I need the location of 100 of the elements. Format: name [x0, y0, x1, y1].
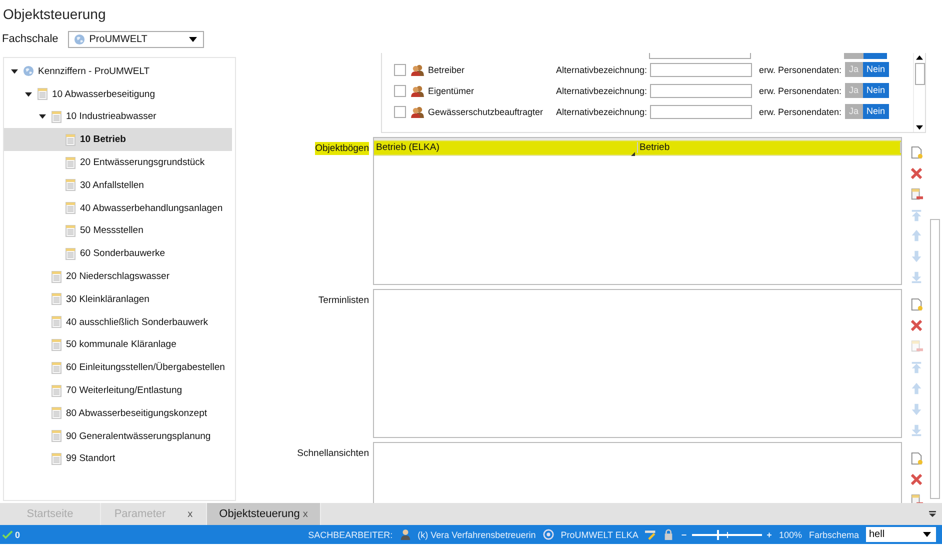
document-icon — [51, 270, 62, 283]
tree-item[interactable]: 10 Abwasserbeseitigung — [4, 82, 235, 106]
people-icon — [411, 84, 424, 96]
lock-icon[interactable] — [663, 529, 674, 540]
zoom-in-button[interactable]: + — [766, 530, 772, 540]
field-label: Alternativbezeichnung: — [556, 106, 648, 116]
tree-item[interactable]: 30 Kleinkläranlagen — [4, 288, 235, 311]
toggle-option[interactable]: Nein — [862, 62, 890, 77]
remove-document-icon[interactable] — [908, 186, 924, 202]
toggle-option[interactable]: Nein — [862, 104, 890, 119]
zoom-value: 100% — [778, 530, 802, 540]
people-icon — [411, 64, 424, 76]
globe-icon — [23, 65, 34, 78]
field-label: erw. Personendaten: — [759, 86, 843, 96]
text-field[interactable] — [650, 84, 752, 98]
user-label: SACHBEARBEITER: — [308, 530, 393, 540]
column-header[interactable]: Betrieb — [638, 142, 901, 152]
tree-item[interactable]: 90 Generalentwässerungsplanung — [4, 424, 235, 448]
close-icon[interactable]: x — [188, 508, 193, 520]
document-icon — [51, 430, 62, 442]
document-icon — [65, 179, 76, 192]
ruler-pencil-icon[interactable] — [645, 529, 656, 540]
tree-item[interactable]: 60 Einleitungsstellen/Übergabestellen — [4, 356, 235, 380]
document-icon — [65, 224, 76, 237]
role-name: Gewässerschutzbeauftragter — [428, 106, 544, 116]
role-name: Eigentümer — [428, 86, 476, 96]
checkbox[interactable] — [394, 106, 406, 118]
document-icon — [51, 110, 62, 123]
role-name: Betreiber — [428, 64, 466, 74]
scrollbar[interactable] — [930, 219, 940, 499]
scheme-label: Farbschema — [808, 530, 859, 540]
globe-icon — [74, 34, 86, 44]
fachschale-label: Fachschale — [2, 33, 58, 45]
column-header[interactable]: Betrieb (ELKA) — [374, 142, 638, 152]
person-icon — [400, 529, 411, 540]
dropdown-arrow-icon — [189, 36, 198, 42]
text-field[interactable] — [650, 62, 752, 76]
tree-item[interactable]: 60 Sonderbauwerke — [4, 242, 235, 266]
tree-item[interactable]: 99 Standort — [4, 448, 235, 470]
close-icon[interactable]: x — [302, 508, 308, 520]
new-document-icon[interactable] — [908, 145, 924, 161]
dropdown-arrow-icon — [923, 532, 931, 537]
document-icon — [51, 338, 62, 351]
field-label: Alternativbezeichnung: — [556, 64, 648, 74]
field-label: Alternativbezeichnung: — [556, 86, 648, 96]
delete-icon[interactable] — [908, 318, 924, 334]
tree-item[interactable]: Kennziffern - ProUMWELT — [4, 60, 235, 83]
document-icon — [65, 202, 76, 214]
tree-item[interactable]: 40 Abwasserbehandlungsanlagen — [4, 196, 235, 220]
window-title: Objektsteuerung — [2, 5, 107, 24]
sort-icon — [630, 152, 634, 156]
document-icon — [65, 248, 76, 260]
expand-arrow-icon[interactable] — [39, 114, 46, 120]
zoom-out-button[interactable]: − — [681, 530, 687, 540]
checkbox[interactable] — [394, 84, 406, 96]
ok-count: 0 — [15, 530, 20, 540]
checkmark-icon — [2, 530, 13, 540]
document-icon — [51, 452, 62, 465]
tree-item[interactable]: 80 Abwasserbeseitigungskonzept — [4, 402, 235, 425]
expand-arrow-icon[interactable] — [25, 92, 32, 97]
document-icon — [51, 293, 62, 306]
document-icon — [51, 316, 62, 328]
user-name: (k) Vera Verfahrensbetreuerin — [418, 530, 536, 540]
section-label: Objektbögen — [315, 142, 369, 155]
document-icon — [65, 134, 76, 146]
field-label: erw. Personendaten: — [759, 64, 843, 74]
tree-item[interactable]: 10 Industrieabwasser — [4, 106, 235, 128]
new-document-icon[interactable] — [908, 297, 924, 313]
tree-item[interactable]: 50 Messstellen — [4, 220, 235, 242]
tree-item[interactable]: 70 Weiterleitung/Entlastung — [4, 379, 235, 402]
tab[interactable]: Objektsteuerung x — [207, 503, 321, 525]
toggle-option[interactable]: Nein — [862, 83, 890, 98]
checkbox[interactable] — [394, 64, 406, 76]
tree-item[interactable]: 20 Niederschlagswasser — [4, 265, 235, 288]
section-label: Schnellansichten — [297, 448, 369, 459]
expand-arrow-icon[interactable] — [11, 68, 18, 74]
document-icon — [37, 88, 48, 100]
document-icon — [51, 362, 62, 374]
text-field[interactable] — [650, 104, 752, 118]
tree-item[interactable]: 50 kommunale Kläranlage — [4, 334, 235, 356]
new-document-icon[interactable] — [908, 450, 924, 466]
field-label: erw. Personendaten: — [759, 106, 843, 116]
module-name: ProUMWELT ELKA — [560, 530, 638, 540]
tree-item[interactable]: 20 Entwässerungsgrundstück — [4, 151, 235, 174]
globe-icon — [542, 529, 554, 540]
scrollbar-thumb[interactable] — [914, 63, 924, 85]
overflow-icon[interactable] — [929, 511, 936, 517]
delete-icon[interactable] — [908, 471, 924, 487]
document-icon — [51, 407, 62, 420]
section-label: Terminlisten — [318, 295, 369, 306]
scheme-dropdown[interactable]: hell — [866, 527, 936, 542]
scroll-up-icon[interactable] — [916, 55, 923, 60]
delete-icon[interactable] — [908, 166, 924, 182]
fachschale-dropdown[interactable]: ProUMWELT — [68, 30, 204, 48]
document-icon — [65, 156, 76, 169]
tree-item[interactable]: 10 Betrieb — [4, 128, 232, 152]
scroll-down-icon[interactable] — [916, 125, 923, 130]
tree-item[interactable]: 40 ausschließlich Sonderbauwerk — [4, 310, 235, 334]
document-icon — [51, 384, 62, 397]
tree-item[interactable]: 30 Anfallstellen — [4, 174, 235, 197]
